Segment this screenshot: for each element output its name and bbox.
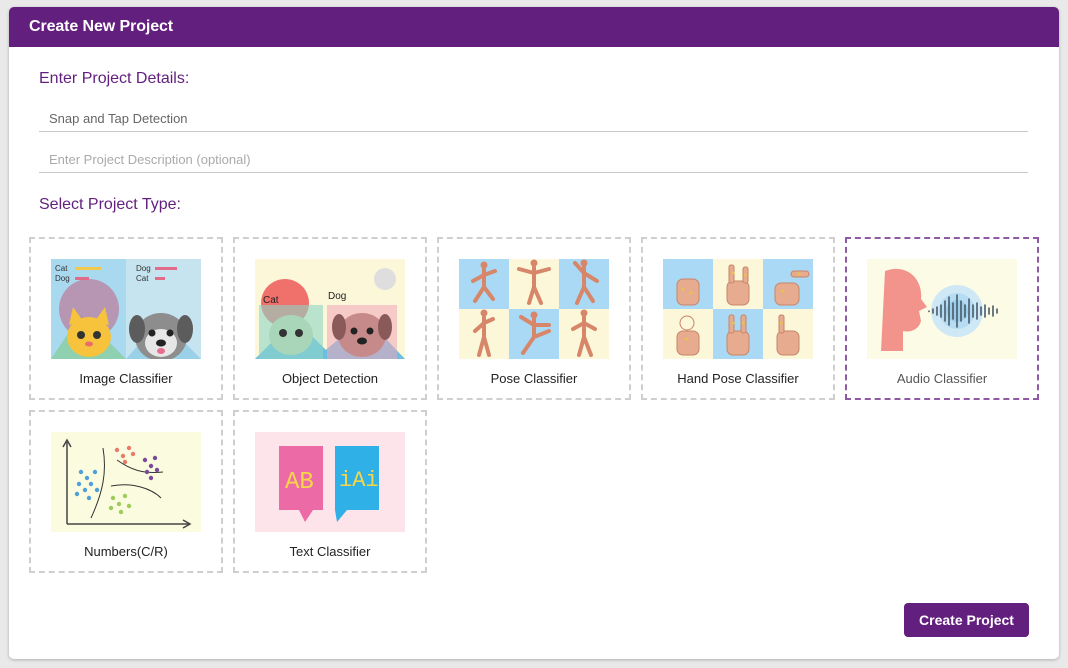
project-details-heading: Enter Project Details: xyxy=(39,70,190,87)
thumb-text-ab: AB xyxy=(285,469,314,496)
thumb-text-dog-2: Dog xyxy=(136,264,151,273)
thumb-text-dog: Dog xyxy=(328,291,346,302)
project-name-input[interactable] xyxy=(39,105,1028,132)
create-project-button[interactable]: Create Project xyxy=(904,603,1029,637)
dialog-title: Create New Project xyxy=(29,18,174,35)
card-label: Pose Classifier xyxy=(490,371,578,386)
numbers-illustration xyxy=(51,432,201,532)
image-classifier-illustration: Cat Dog Dog Cat xyxy=(51,259,201,359)
thumb-text-cat-2: Cat xyxy=(136,274,149,283)
audio-classifier-illustration xyxy=(867,259,1017,359)
card-label: Audio Classifier xyxy=(896,371,988,386)
thumb-text-cat: Cat xyxy=(55,264,68,273)
project-type-hand-pose-classifier[interactable]: Hand Pose Classifier xyxy=(641,237,835,400)
project-description-input[interactable] xyxy=(39,146,1028,173)
card-label: Object Detection xyxy=(281,371,379,386)
thumb-text-cat: Cat xyxy=(263,295,279,306)
card-label: Text Classifier xyxy=(289,544,371,559)
text-classifier-illustration: AB iAi xyxy=(255,432,405,532)
thumb-text-dog: Dog xyxy=(55,274,70,283)
card-label: Image Classifier xyxy=(79,371,173,386)
object-detection-illustration: Cat Dog xyxy=(255,259,405,359)
project-type-audio-classifier[interactable]: Audio Classifier xyxy=(845,237,1039,400)
hand-pose-classifier-illustration xyxy=(663,259,813,359)
project-type-heading: Select Project Type: xyxy=(39,196,181,213)
card-label: Numbers(C/R) xyxy=(84,544,168,559)
project-type-image-classifier[interactable]: Cat Dog Dog Cat Image Classifier xyxy=(29,237,223,400)
create-project-dialog: Create New Project Enter Project Details… xyxy=(9,7,1059,659)
project-type-numbers[interactable]: Numbers(C/R) xyxy=(29,410,223,573)
dialog-header: Create New Project xyxy=(9,7,1059,47)
project-type-object-detection[interactable]: Cat Dog Object Detection xyxy=(233,237,427,400)
card-label: Hand Pose Classifier xyxy=(677,371,799,386)
thumb-text-iai: iAi xyxy=(339,468,379,493)
pose-classifier-illustration xyxy=(459,259,609,359)
project-type-text-classifier[interactable]: AB iAi Text Classifier xyxy=(233,410,427,573)
project-type-pose-classifier[interactable]: Pose Classifier xyxy=(437,237,631,400)
